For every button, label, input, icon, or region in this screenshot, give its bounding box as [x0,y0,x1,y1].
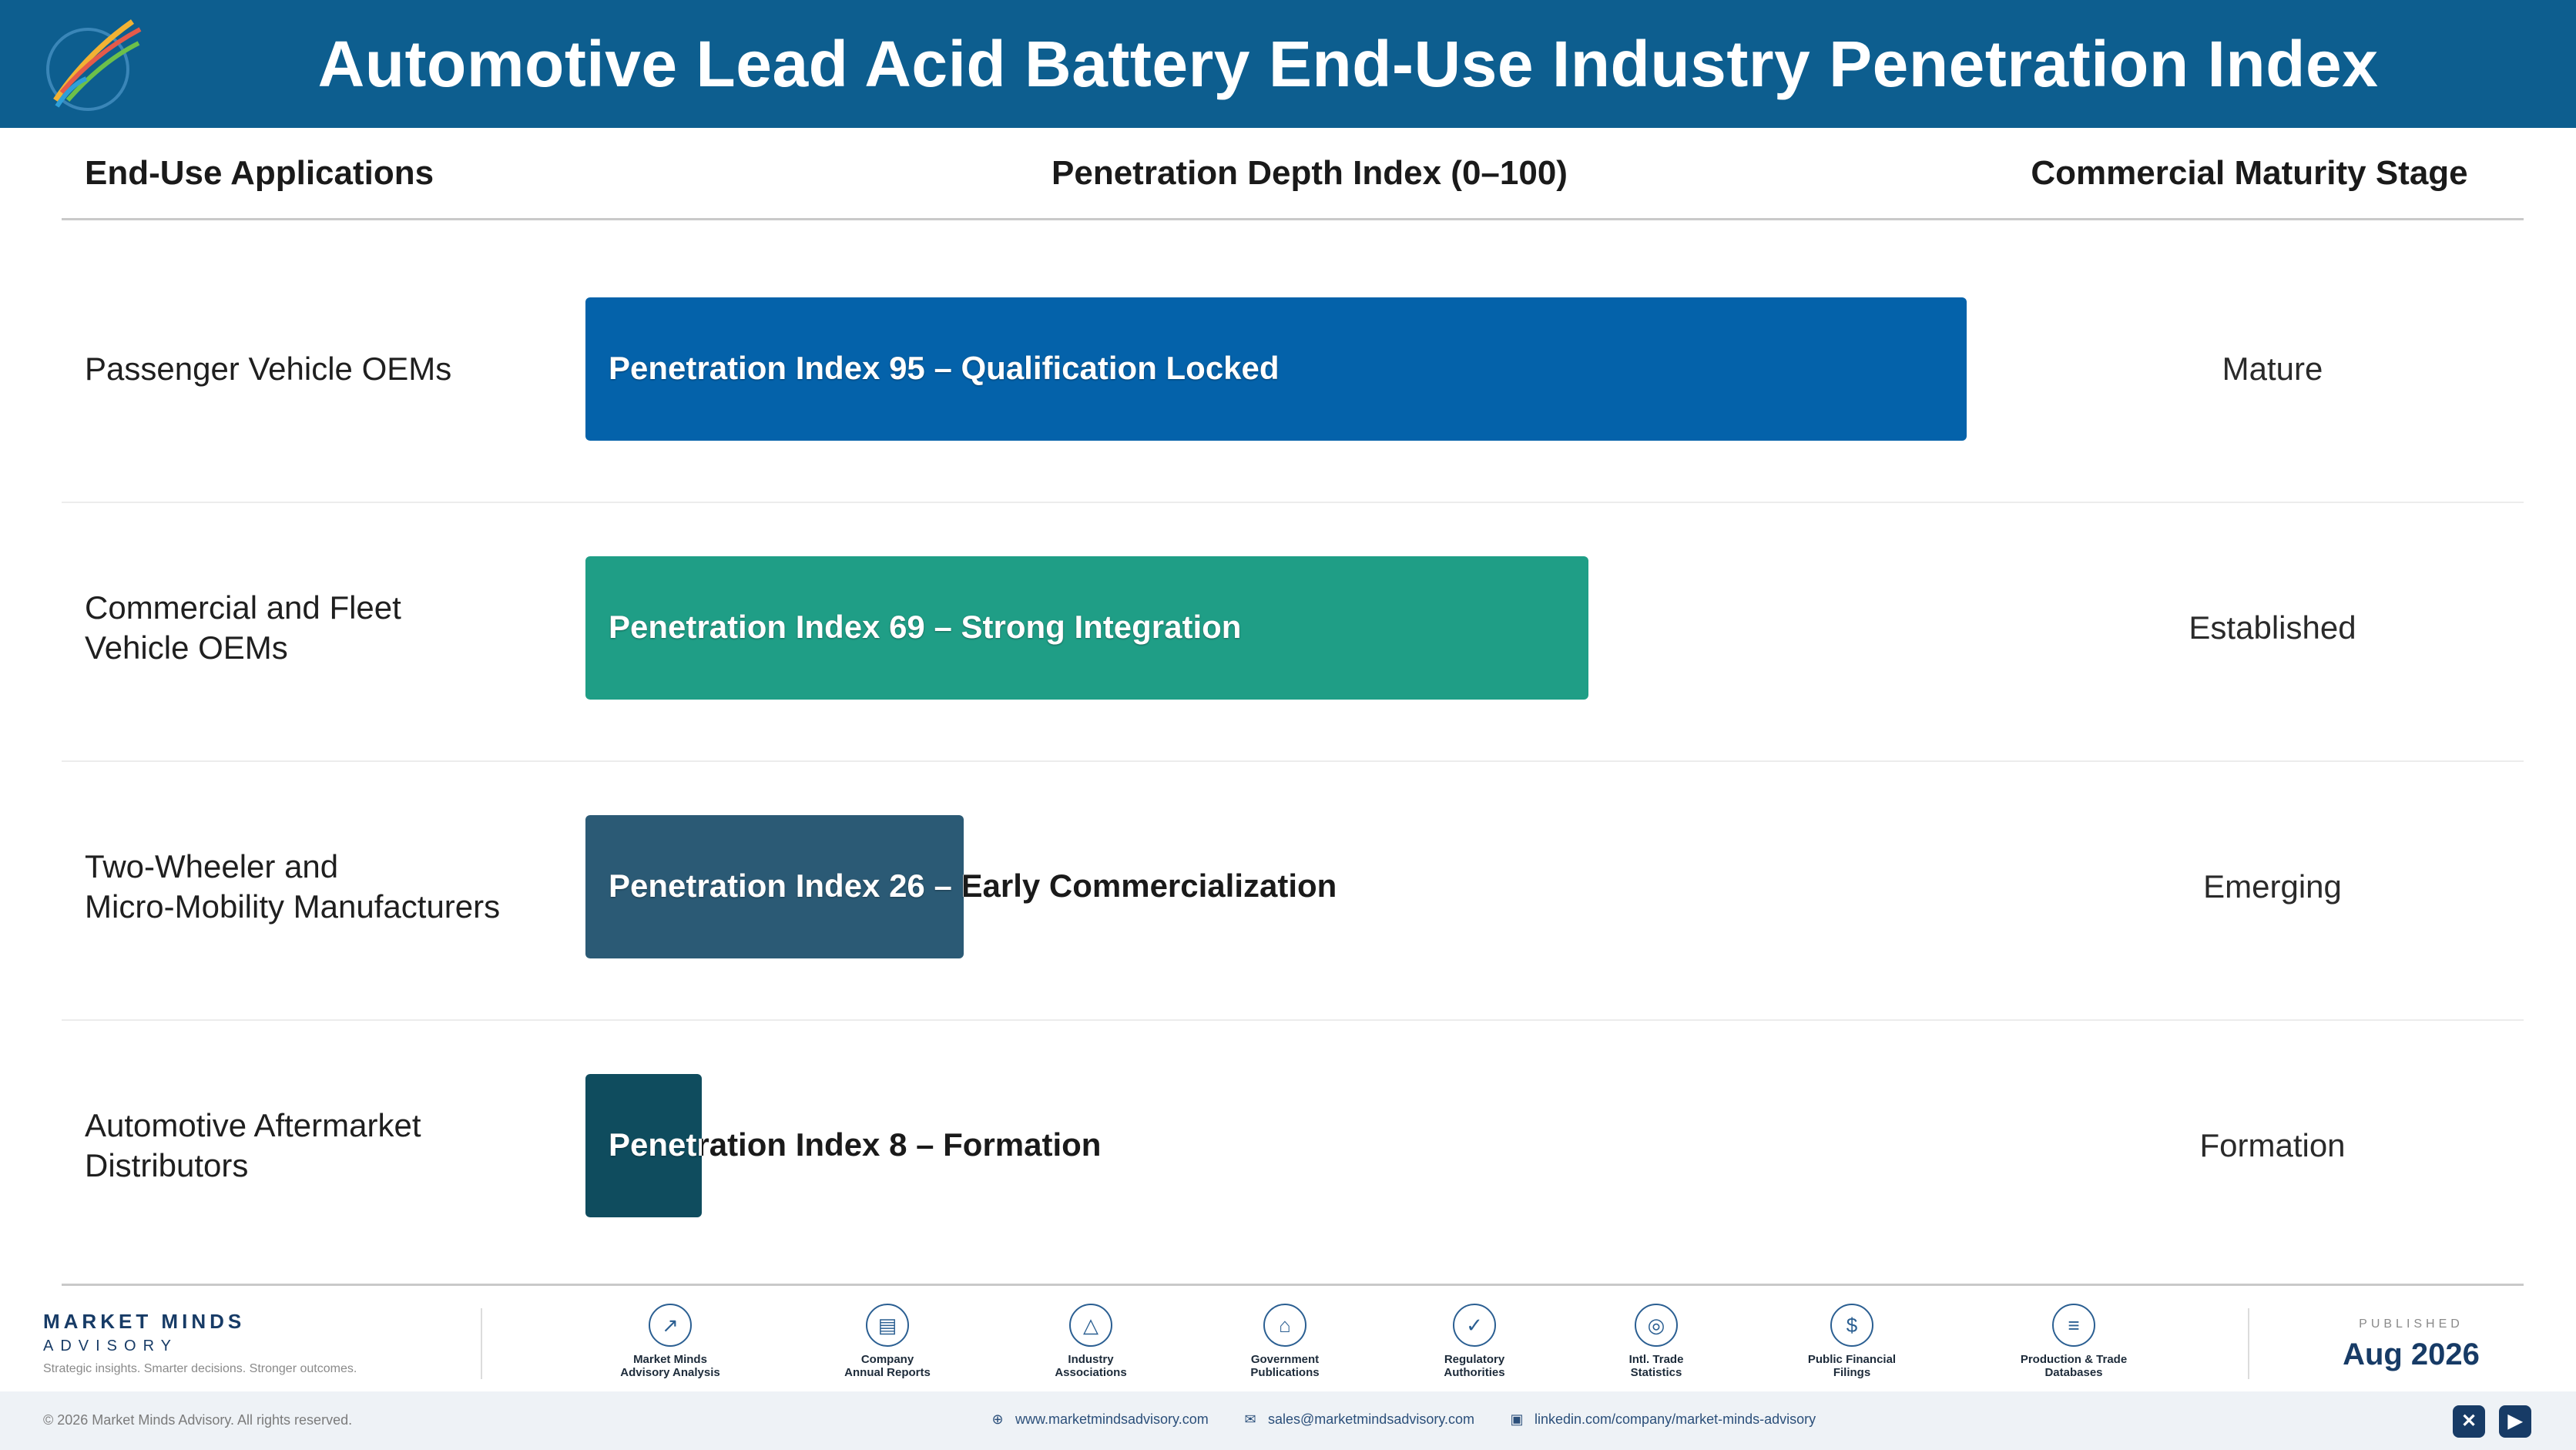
source-item: △ Industry Associations [1014,1304,1168,1379]
application-label-line: Passenger Vehicle OEMs [85,351,452,387]
copyright-text: © 2026 Market Minds Advisory. All rights… [43,1412,353,1428]
application-label: Automotive Aftermarket Distributors [85,1106,421,1186]
government-building-icon: ⌂ [1263,1304,1306,1347]
chart-bottom-divider [62,1284,2524,1286]
source-item: ✓ Regulatory Authorities [1397,1304,1551,1379]
application-label-line: Micro-Mobility Manufacturers [85,888,501,925]
bar-label-overlay: Penetration Index 8 – Formation [585,1074,702,1217]
column-header-stage: Commercial Maturity Stage [2031,154,2468,192]
source-item: ▤ Company Annual Reports [810,1304,964,1379]
website-text: www.marketmindsadvisory.com [1015,1411,1209,1427]
globe-icon: ◎ [1635,1304,1678,1347]
maturity-stage: Mature [2222,351,2323,387]
bar-label-overlay: Penetration Index 26 – Early Commerciali… [585,815,964,958]
bar-value-label-inner: Penetration Index 69 – Strong Integratio… [609,609,1242,645]
bar-value-label-inner: Penetration Index 26 – Early Commerciali… [609,868,964,904]
subfooter: © 2026 Market Minds Advisory. All rights… [0,1391,2576,1450]
maturity-stage: Formation [2199,1127,2346,1163]
column-header-applications: End-Use Applications [85,154,434,192]
source-label-line: Associations [1055,1366,1127,1379]
source-item: $ Public Financial Filings [1775,1304,1929,1379]
footer-divider-left [481,1308,482,1379]
footer: MARKET MINDS ADVISORY Strategic insights… [0,1294,2576,1388]
application-label-line: Two-Wheeler and [85,848,339,884]
application-label-line: Commercial and Fleet [85,589,401,626]
bar-label-overlay: Penetration Index 69 – Strong Integratio… [585,556,1588,700]
database-icon: ≡ [2052,1304,2095,1347]
source-label: Production & Trade Databases [1997,1353,2151,1379]
column-header-index: Penetration Depth Index (0–100) [1052,154,1568,192]
published-caption: PUBLISHED [2359,1317,2464,1331]
header-divider [62,218,2524,220]
document-icon: ▤ [866,1304,909,1347]
source-label-line: Annual Reports [844,1366,931,1379]
source-item: ⌂ Government Publications [1208,1304,1362,1379]
source-label: Intl. Trade Statistics [1579,1353,1733,1379]
source-label-line: Databases [2044,1366,2103,1379]
bar-label-overlay: Penetration Index 95 – Qualification Loc… [585,297,1967,441]
row-divider [62,760,2524,762]
brand-subtitle: ADVISORY [43,1338,178,1354]
application-label-line: Distributors [85,1147,249,1183]
row-divider [62,502,2524,503]
bar-value-label-inner: Penetration Index 95 – Qualification Loc… [609,350,1280,386]
source-label: Market Minds Advisory Analysis [593,1353,747,1379]
mail-icon: ✉ [1244,1411,1256,1427]
source-label-line: Industry [1068,1353,1114,1366]
globe-icon: ⊕ [991,1411,1004,1427]
source-label-line: Public Financial [1807,1353,1897,1366]
chart-line-icon: ↗ [649,1304,692,1347]
linkedin-icon: ▣ [1510,1411,1524,1427]
source-label-line: Regulatory [1444,1353,1505,1366]
youtube-icon[interactable]: ▶ [2499,1405,2531,1438]
source-label-line: Government [1250,1353,1320,1366]
brand-tagline: Strategic insights. Smarter decisions. S… [43,1362,357,1375]
application-label: Two-Wheeler and Micro-Mobility Manufactur… [85,847,500,927]
email-text: sales@marketmindsadvisory.com [1268,1411,1475,1427]
footer-divider-right [2248,1308,2249,1379]
maturity-stage: Emerging [2203,868,2342,905]
linkedin-link[interactable]: ▣ linkedin.com/company/market-minds-advi… [1508,1411,1816,1428]
network-icon: △ [1069,1304,1112,1347]
maturity-stage: Established [2189,609,2356,646]
email-link[interactable]: ✉ sales@marketmindsadvisory.com [1242,1411,1474,1428]
market-minds-logo [46,19,142,111]
source-label-line: Company [860,1353,914,1366]
header-bar: Automotive Lead Acid Battery End-Use Ind… [0,0,2576,128]
source-label: Company Annual Reports [810,1353,964,1379]
source-label-line: Advisory Analysis [620,1366,720,1379]
application-label-line: Vehicle OEMs [85,629,288,666]
bar-value-label-inner: Penetration Index 8 – Formation [609,1126,702,1163]
website-link[interactable]: ⊕ www.marketmindsadvisory.com [989,1411,1209,1428]
shield-icon: ✓ [1453,1304,1496,1347]
x-social-icon[interactable]: ✕ [2453,1405,2485,1438]
source-item: ◎ Intl. Trade Statistics [1579,1304,1733,1379]
source-label-line: Authorities [1444,1366,1505,1379]
dollar-coin-icon: $ [1830,1304,1873,1347]
source-label: Industry Associations [1014,1353,1168,1379]
source-item: ≡ Production & Trade Databases [1997,1304,2151,1379]
row-divider [62,1019,2524,1021]
brand-name: MARKET MINDS [43,1310,246,1333]
page-title: Automotive Lead Acid Battery End-Use Ind… [317,28,2379,100]
source-label-line: Market Minds [633,1353,707,1366]
source-label-line: Publications [1250,1366,1320,1379]
source-label: Regulatory Authorities [1397,1353,1551,1379]
published-date: Aug 2026 [2343,1338,2480,1371]
source-label-line: Intl. Trade [1628,1353,1684,1366]
application-label-line: Automotive Aftermarket [85,1107,421,1143]
source-label-line: Filings [1833,1366,1871,1379]
source-label: Public Financial Filings [1775,1353,1929,1379]
application-label: Commercial and Fleet Vehicle OEMs [85,588,401,668]
source-label-line: Production & Trade [2020,1353,2128,1366]
source-label-line: Statistics [1630,1366,1682,1379]
application-label: Passenger Vehicle OEMs [85,349,451,389]
source-item: ↗ Market Minds Advisory Analysis [593,1304,747,1379]
source-label: Government Publications [1208,1353,1362,1379]
linkedin-text: linkedin.com/company/market-minds-adviso… [1535,1411,1816,1427]
